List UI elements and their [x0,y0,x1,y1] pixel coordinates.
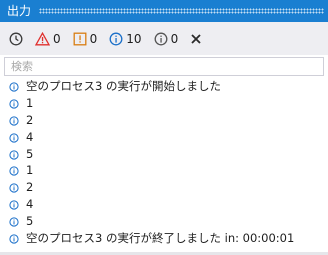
panel-titlebar: 出力 [0,0,328,22]
log-message: 4 [26,129,34,144]
info-circle-icon [9,216,19,227]
log-item: 2 [0,112,328,129]
info-circle-icon [9,98,19,109]
log-item: 5 [0,145,328,162]
output-toolbar: 0 0 10 0 [0,22,328,55]
info-circle-icon [9,233,19,244]
log-message: 4 [26,196,34,211]
panel-title: 出力 [7,4,32,18]
warning-icon [73,32,87,46]
output-log-list[interactable]: 空のプロセス3 の実行が開始しました 1 2 4 5 1 2 4 5 空のプロセ… [0,78,328,250]
log-item: 空のプロセス3 の実行が終了しました in: 00:00:01 [0,229,328,246]
info-circle-icon [9,149,19,160]
trace-filter-button[interactable]: 0 [149,27,184,51]
trace-info-icon [154,32,168,46]
error-triangle-icon [35,31,50,46]
log-message: 1 [26,96,34,111]
panel-drag-grip[interactable] [39,8,324,14]
info-circle-icon [9,182,19,193]
info-circle-icon [9,81,19,92]
search-box [4,57,324,76]
error-filter-button[interactable]: 0 [30,27,66,51]
warning-filter-button[interactable]: 0 [68,27,103,51]
log-message: 2 [26,180,34,195]
log-item: 1 [0,95,328,112]
log-item: 5 [0,212,328,229]
log-item: 4 [0,128,328,145]
log-message: 空のプロセス3 の実行が開始しました [26,79,221,94]
info-filter-button[interactable]: 10 [104,27,146,51]
log-message: 5 [26,146,34,161]
info-circle-icon [9,199,19,210]
log-item: 1 [0,162,328,179]
clock-icon [9,32,23,46]
trace-count: 0 [170,31,179,46]
clear-icon [190,33,202,45]
log-item: 空のプロセス3 の実行が開始しました [0,78,328,95]
history-button[interactable] [4,27,28,51]
search-input[interactable] [5,58,323,75]
info-circle-icon [9,165,19,176]
warning-count: 0 [89,31,98,46]
log-message: 2 [26,112,34,127]
log-message: 1 [26,163,34,178]
log-message: 5 [26,213,34,228]
error-count: 0 [53,31,61,46]
clear-output-button[interactable] [185,27,207,51]
info-circle-icon [9,132,19,143]
info-count: 10 [126,31,142,46]
log-message: 空のプロセス3 の実行が終了しました in: 00:00:01 [26,230,295,245]
log-item: 2 [0,179,328,196]
info-icon [109,32,123,46]
info-circle-icon [9,115,19,126]
log-item: 4 [0,196,328,213]
